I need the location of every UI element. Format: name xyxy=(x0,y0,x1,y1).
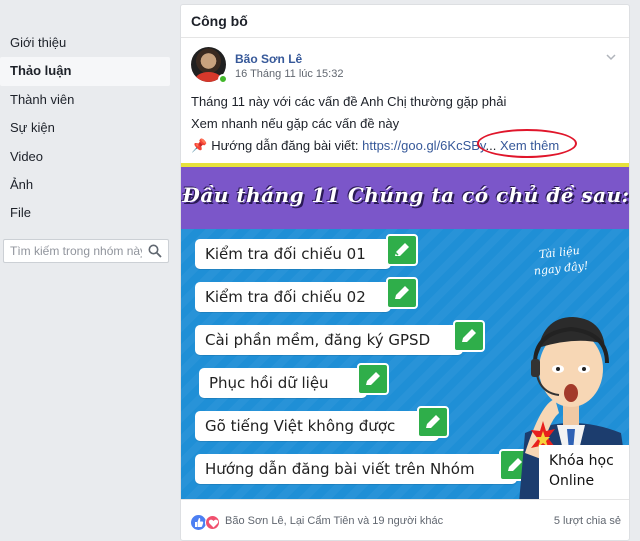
nav-item-files[interactable]: File xyxy=(0,199,170,227)
page-scrollbar[interactable] xyxy=(632,0,640,541)
group-search-input[interactable] xyxy=(4,240,142,262)
pencil-check-icon xyxy=(357,363,389,395)
shares-count[interactable]: 5 lượt chia sẻ xyxy=(554,515,621,527)
post-line-3-prefix: Hướng dẫn đăng bài viết: xyxy=(211,138,363,153)
post-link[interactable]: https://goo.gl/6KcSBy xyxy=(362,138,485,153)
post-author[interactable]: Bão Sơn Lê xyxy=(235,52,302,66)
topic-pill: Hướng dẫn đăng bài viết trên Nhóm xyxy=(195,454,517,484)
banner-top-line xyxy=(181,163,629,167)
banner-title: Đầu tháng 11 Chúng ta có chủ đề sau: xyxy=(182,183,630,207)
search-icon[interactable] xyxy=(148,244,162,258)
post-footer: Bão Sơn Lê, Lại Cẩm Tiên và 19 người khá… xyxy=(181,499,629,540)
nav-item-about[interactable]: Giới thiệu xyxy=(0,29,170,57)
nav-item-events[interactable]: Sự kiện xyxy=(0,114,170,142)
topic-pill: Gõ tiếng Việt không được xyxy=(195,411,439,441)
pencil-check-icon xyxy=(386,234,418,266)
nav-item-discussion[interactable]: Thảo luận xyxy=(0,57,170,86)
pencil-check-icon xyxy=(386,277,418,309)
topic-pill: Cài phần mềm, đăng ký GPSD xyxy=(195,325,463,355)
group-sidebar: Giới thiệu Thảo luận Thành viên Sự kiện … xyxy=(0,0,172,541)
post-header: Bão Sơn Lê 16 Tháng 11 lúc 15:32 xyxy=(191,47,619,87)
topic-pill: Kiểm tra đối chiếu 02 xyxy=(195,282,391,312)
chevron-down-icon[interactable] xyxy=(605,51,617,63)
course-line-2: Online xyxy=(549,473,595,489)
pencil-check-icon xyxy=(453,320,485,352)
banner-side-note: Tài liệu ngay đây! xyxy=(531,242,589,280)
course-line-1: Khóa học xyxy=(549,453,614,469)
group-search xyxy=(3,239,169,263)
online-status-dot xyxy=(218,74,228,84)
pushpin-icon: 📌 xyxy=(191,138,208,153)
course-badge: Khóa học Online xyxy=(539,445,629,499)
pencil-check-icon xyxy=(417,406,449,438)
group-nav: Giới thiệu Thảo luận Thành viên Sự kiện … xyxy=(0,29,170,228)
like-reaction-icon[interactable] xyxy=(191,515,206,530)
nav-item-videos[interactable]: Video xyxy=(0,143,170,171)
topic-pill: Phục hồi dữ liệu xyxy=(199,368,367,398)
nav-item-members[interactable]: Thành viên xyxy=(0,86,170,114)
annotation-circle xyxy=(477,129,577,158)
love-reaction-icon[interactable] xyxy=(205,515,220,530)
post-line-1: Tháng 11 này với các vấn đề Anh Chị thườ… xyxy=(191,94,507,109)
post-image[interactable]: Đầu tháng 11 Chúng ta có chủ đề sau: Kiể… xyxy=(181,163,630,499)
nav-item-photos[interactable]: Ảnh xyxy=(0,171,170,199)
card-title: Công bố xyxy=(181,5,629,38)
post-timestamp[interactable]: 16 Tháng 11 lúc 15:32 xyxy=(235,68,343,80)
topic-pill: Kiểm tra đối chiếu 01 xyxy=(195,239,391,269)
announcement-card: Công bố Bão Sơn Lê 16 Tháng 11 lúc 15:32… xyxy=(180,4,630,541)
reactors-text[interactable]: Bão Sơn Lê, Lại Cẩm Tiên và 19 người khá… xyxy=(225,515,443,527)
